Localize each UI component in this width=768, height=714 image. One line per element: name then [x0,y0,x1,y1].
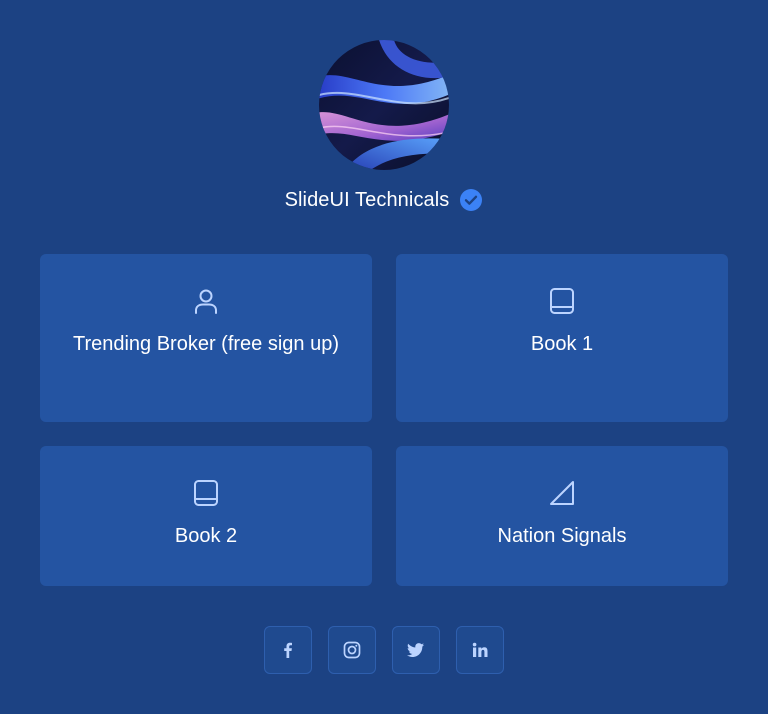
book-icon [194,480,218,506]
link-card-label: Book 2 [174,525,238,547]
instagram-button[interactable] [328,626,376,674]
twitter-button[interactable] [392,626,440,674]
verified-badge-icon [460,189,483,211]
social-links [0,626,768,674]
link-card-nation-signals[interactable]: Nation Signals [396,446,728,586]
linkedin-icon [472,642,488,657]
facebook-button[interactable] [264,626,312,674]
facebook-icon [284,642,292,658]
link-card-trending-broker[interactable]: Trending Broker (free sign up) [40,254,372,422]
avatar [319,40,449,170]
instagram-icon [343,641,361,659]
link-in-bio-page: SlideUI Technicals Trending Broker (free… [0,0,768,714]
abstract-ribbon-avatar [319,40,449,170]
link-card-label: Book 1 [530,333,594,355]
link-card-label: Nation Signals [497,525,627,547]
profile-header: SlideUI Technicals [0,186,768,214]
twitter-icon [407,643,424,657]
link-card-book-2[interactable]: Book 2 [40,446,372,586]
link-card-label: Trending Broker (free sign up) [72,333,340,355]
book-icon [550,288,574,314]
user-icon [195,289,217,314]
profile-name: SlideUI Technicals [284,188,450,211]
triangle-icon [550,481,574,505]
link-card-book-1[interactable]: Book 1 [396,254,728,422]
linkedin-button[interactable] [456,626,504,674]
